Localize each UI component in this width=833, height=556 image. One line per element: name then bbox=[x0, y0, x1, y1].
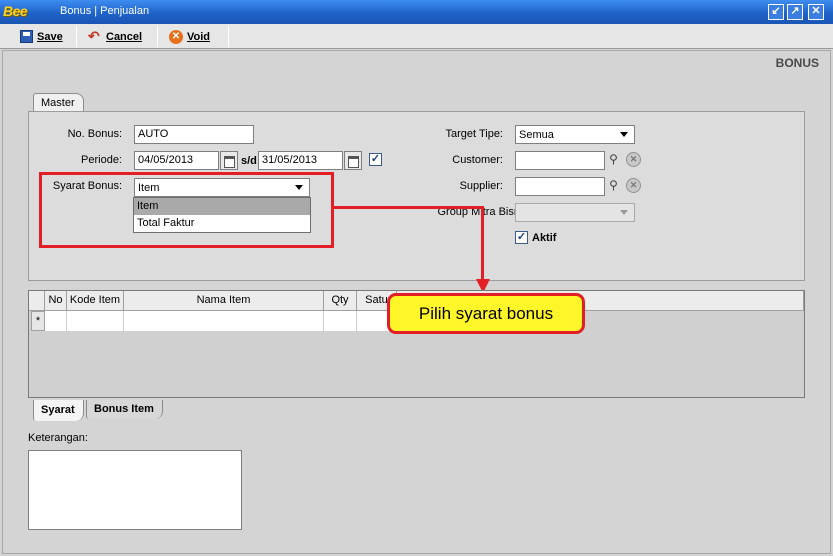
calendar-from-icon[interactable] bbox=[220, 151, 238, 170]
keterangan-textarea[interactable] bbox=[28, 450, 242, 530]
toolbar: Save ↶ Cancel ✕ Void bbox=[0, 24, 833, 49]
customer-clear-icon[interactable]: ✕ bbox=[626, 152, 641, 167]
aktif-label: Aktif bbox=[532, 232, 557, 244]
grid-header-qty[interactable]: Qty bbox=[324, 291, 357, 311]
tab-master[interactable]: Master bbox=[33, 93, 84, 112]
supplier-clear-icon[interactable]: ✕ bbox=[626, 178, 641, 193]
grid-header-nama-item[interactable]: Nama Item bbox=[124, 291, 324, 311]
highlight-connector bbox=[333, 206, 483, 209]
callout-note: Pilih syarat bonus bbox=[387, 293, 585, 334]
no-bonus-label: No. Bonus: bbox=[67, 128, 122, 140]
supplier-label: Supplier: bbox=[459, 180, 503, 192]
toolbar-divider bbox=[76, 26, 77, 47]
customer-search-icon[interactable]: ⚲ bbox=[605, 151, 622, 168]
cancel-label: Cancel bbox=[106, 30, 143, 43]
supplier-field[interactable] bbox=[515, 177, 605, 196]
cancel-button[interactable]: ↶ Cancel bbox=[88, 27, 142, 46]
highlight-box bbox=[39, 172, 334, 248]
void-icon: ✕ bbox=[169, 29, 183, 44]
grid-header-kode-item[interactable]: Kode Item bbox=[67, 291, 124, 311]
undo-icon: ↶ bbox=[88, 28, 100, 44]
grid-header-no[interactable]: No bbox=[45, 291, 67, 311]
supplier-search-icon[interactable]: ⚲ bbox=[605, 177, 622, 194]
target-tipe-value: Semua bbox=[519, 128, 554, 141]
minimize-icon[interactable]: ↙ bbox=[768, 4, 784, 20]
tab-bonus-item[interactable]: Bonus Item bbox=[86, 400, 163, 419]
toolbar-divider bbox=[228, 26, 229, 47]
tab-syarat[interactable]: Syarat bbox=[33, 400, 84, 421]
target-tipe-select[interactable]: Semua bbox=[515, 125, 635, 144]
restore-icon[interactable]: ↗ bbox=[787, 4, 803, 20]
target-tipe-label: Target Tipe: bbox=[445, 128, 503, 140]
void-button[interactable]: ✕ Void bbox=[169, 27, 210, 46]
calendar-to-icon[interactable] bbox=[344, 151, 362, 170]
periode-from-field[interactable]: 04/05/2013 bbox=[134, 151, 219, 170]
grid-cell[interactable] bbox=[324, 311, 357, 331]
no-bonus-field[interactable]: AUTO bbox=[134, 125, 254, 144]
toolbar-divider bbox=[157, 26, 158, 47]
highlight-connector bbox=[481, 206, 484, 282]
periode-label: Periode: bbox=[81, 154, 122, 166]
grid-cell[interactable] bbox=[45, 311, 67, 331]
customer-label: Customer: bbox=[452, 154, 503, 166]
periode-checkbox[interactable]: ✓ bbox=[369, 153, 382, 166]
window-title: Bonus | Penjualan bbox=[60, 5, 150, 17]
chevron-down-icon bbox=[620, 132, 628, 137]
customer-field[interactable] bbox=[515, 151, 605, 170]
save-button[interactable]: Save bbox=[20, 27, 63, 46]
keterangan-label: Keterangan: bbox=[28, 432, 88, 444]
periode-separator: s/d bbox=[241, 155, 257, 167]
save-icon bbox=[20, 30, 33, 43]
close-icon[interactable]: ✕ bbox=[808, 4, 824, 20]
bee-logo: Bee bbox=[3, 3, 28, 19]
title-bar: Bee Bonus | Penjualan ↙ ↗ ✕ bbox=[0, 0, 833, 24]
void-label: Void bbox=[187, 30, 211, 43]
save-label: Save bbox=[37, 30, 63, 43]
grid-cell[interactable] bbox=[124, 311, 324, 331]
aktif-checkbox[interactable]: ✓ bbox=[515, 231, 528, 244]
chevron-down-icon bbox=[620, 210, 628, 215]
periode-to-field[interactable]: 31/05/2013 bbox=[258, 151, 343, 170]
grid-cell[interactable] bbox=[67, 311, 124, 331]
grid-header-corner bbox=[29, 291, 45, 311]
section-title: BONUS bbox=[775, 56, 819, 70]
new-row-marker: * bbox=[31, 311, 45, 331]
group-mitra-select bbox=[515, 203, 635, 222]
